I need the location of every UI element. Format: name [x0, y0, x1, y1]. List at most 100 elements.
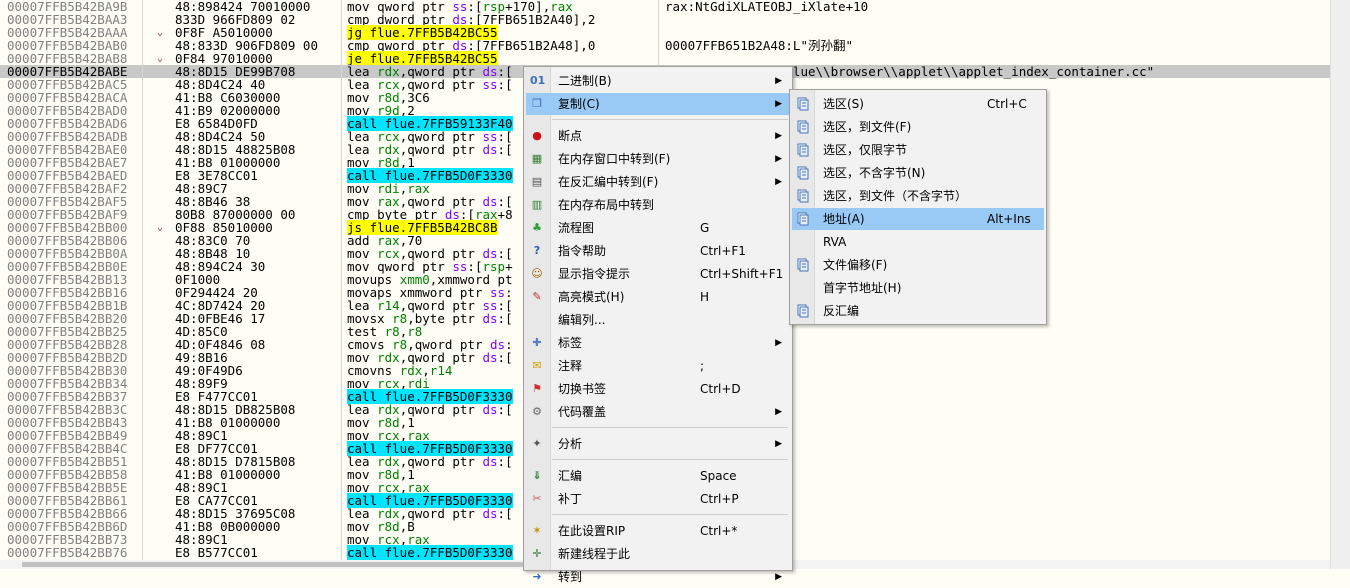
menu-item-22[interactable]: ✶ 在此设置RIP Ctrl+* [526, 520, 790, 542]
menu-item-shortcut: Ctrl+Shift+F1 [700, 267, 784, 281]
submenu-arrow-icon: ▶ [775, 177, 782, 187]
menu-item-4[interactable]: 选区，到文件（不含字节） [792, 185, 1044, 207]
menu-item-label: 首字节地址(H) [823, 281, 902, 295]
memory-window-icon: ▦ [531, 152, 543, 165]
menu-item-2[interactable]: 选区，仅限字节 [792, 139, 1044, 161]
menu-item-shortcut: Ctrl+D [700, 382, 741, 396]
patch-icon: ✂ [532, 492, 542, 505]
menu-item-label: 转到 [558, 570, 583, 584]
menu-item-17[interactable]: ✦ 分析 ▶ [526, 433, 790, 455]
menu-item-7[interactable]: 文件偏移(F) [792, 254, 1044, 276]
menu-item-label: 汇编 [558, 469, 583, 483]
copy-to-file-icon [796, 120, 810, 134]
jump-arrow-icon: ⌄ [157, 53, 164, 64]
menu-item-label: 选区，不含字节(N) [823, 166, 926, 180]
row-address: 00007FFB5B42BB76 [7, 545, 128, 560]
menu-item-1[interactable]: ❐ 复制(C) ▶ [526, 93, 790, 115]
menu-item-15[interactable]: ⚙ 代码覆盖 ▶ [526, 401, 790, 423]
menu-item-label: 分析 [558, 437, 583, 451]
comment-icon: ✉ [532, 359, 542, 372]
label-icon: ✚ [532, 336, 542, 349]
column-separator [142, 0, 143, 569]
context-menu: 01 二进制(B) ▶ ❐ 复制(C) ▶ ● 断点 ▶ ▦ 在内存窗口中转到(F) ▶ ▤ 在反汇编中转… [523, 66, 793, 584]
submenu-arrow-icon: ▶ [775, 99, 782, 109]
graph-icon: ♣ [532, 221, 542, 234]
submenu-arrow-icon: ▶ [775, 76, 782, 86]
menu-item-label: 文件偏移(F) [823, 258, 888, 272]
menu-item-5[interactable]: 地址(A) Alt+Ins [792, 208, 1044, 230]
menu-item-23[interactable]: ✛ 新建线程于此 [526, 543, 790, 565]
highlight-icon: ✎ [532, 290, 542, 303]
set-rip-icon: ✶ [532, 524, 542, 537]
menu-separator [552, 514, 788, 515]
menu-item-label: 高亮模式(H) [558, 290, 625, 304]
menu-item-label: 在此设置RIP [558, 524, 626, 538]
menu-item-0[interactable]: 选区(S) Ctrl+C [792, 93, 1044, 115]
menu-item-24[interactable]: ➜ 转到 ▶ [526, 566, 790, 588]
menu-item-label: 注释 [558, 359, 583, 373]
menu-item-label: RVA [823, 235, 847, 249]
menu-item-10[interactable]: ✎ 高亮模式(H) H [526, 286, 790, 308]
assemble-icon: ⇓ [532, 469, 542, 482]
analyze-icon: ✦ [532, 437, 542, 450]
menu-item-1[interactable]: 选区，到文件(F) [792, 116, 1044, 138]
menu-item-20[interactable]: ✂ 补丁 Ctrl+P [526, 488, 790, 510]
menu-item-shortcut: ; [700, 359, 705, 373]
menu-item-shortcut: G [700, 221, 710, 235]
menu-item-shortcut: Ctrl+P [700, 492, 739, 506]
menu-item-label: 选区，到文件(F) [823, 120, 912, 134]
disassembly-icon: ▤ [531, 175, 543, 188]
menu-item-label: 补丁 [558, 492, 583, 506]
menu-item-9[interactable]: 反汇编 [792, 300, 1044, 322]
menu-item-shortcut: H [700, 290, 710, 304]
menu-item-6[interactable]: ▥ 在内存布局中转到 [526, 194, 790, 216]
menu-item-label: 切换书签 [558, 382, 607, 396]
menu-separator [552, 459, 788, 460]
menu-item-11[interactable]: 编辑列... [526, 309, 790, 331]
row-bytes: E8 B577CC01 [175, 545, 258, 560]
menu-item-8[interactable]: ? 指令帮助 Ctrl+F1 [526, 240, 790, 262]
help-icon: ? [533, 244, 541, 257]
copy-bytes-only-icon [796, 143, 810, 157]
copy-icon: ❐ [532, 97, 542, 110]
row-comment: 00007FFB651B2A48:L"洌孙翻" [665, 38, 854, 53]
menu-item-12[interactable]: ✚ 标签 ▶ [526, 332, 790, 354]
scrollbar-thumb[interactable] [22, 562, 602, 567]
menu-item-label: 在内存布局中转到 [558, 198, 655, 212]
menu-item-14[interactable]: ⚑ 切换书签 Ctrl+D [526, 378, 790, 400]
menu-item-shortcut: Space [700, 469, 737, 483]
menu-item-8[interactable]: 首字节地址(H) [792, 277, 1044, 299]
copy-to-file-no-bytes-icon [796, 189, 810, 203]
menu-item-4[interactable]: ▦ 在内存窗口中转到(F) ▶ [526, 148, 790, 170]
memory-map-icon: ▥ [531, 198, 543, 211]
copy-no-bytes-icon [796, 166, 810, 180]
hint-icon: ☺ [531, 267, 543, 280]
copy-selection-icon [796, 97, 810, 111]
row-instruction: call flue.7FFB5D0F3330 [347, 545, 513, 560]
menu-item-13[interactable]: ✉ 注释; [526, 355, 790, 377]
menu-item-9[interactable]: ☺ 显示指令提示 Ctrl+Shift+F1 [526, 263, 790, 285]
column-separator [341, 0, 342, 569]
copy-submenu: 选区(S) Ctrl+C 选区，到文件(F) 选区，仅限字节选区，不含字节(N) 选区，… [789, 89, 1047, 325]
binary-icon: 01 [530, 74, 546, 87]
bookmark-icon: ⚑ [532, 382, 542, 395]
submenu-arrow-icon: ▶ [775, 338, 782, 348]
menu-item-shortcut: Ctrl+* [700, 524, 738, 538]
menu-item-19[interactable]: ⇓ 汇编 Space [526, 465, 790, 487]
menu-item-shortcut: Alt+Ins [987, 212, 1031, 226]
new-thread-icon: ✛ [532, 547, 542, 560]
vertical-scrollbar[interactable] [1330, 0, 1350, 569]
menu-item-label: 断点 [558, 129, 583, 143]
menu-item-7[interactable]: ♣ 流程图 G [526, 217, 790, 239]
menu-item-5[interactable]: ▤ 在反汇编中转到(F) ▶ [526, 171, 790, 193]
menu-item-label: 反汇编 [823, 304, 860, 318]
menu-item-0[interactable]: 01 二进制(B) ▶ [526, 70, 790, 92]
copy-address-icon [796, 212, 810, 226]
menu-item-3[interactable]: ● 断点 ▶ [526, 125, 790, 147]
submenu-arrow-icon: ▶ [775, 572, 782, 582]
goto-icon: ➜ [532, 570, 542, 583]
menu-item-3[interactable]: 选区，不含字节(N) [792, 162, 1044, 184]
menu-item-label: 显示指令提示 [558, 267, 631, 281]
menu-item-label: 新建线程于此 [558, 547, 631, 561]
menu-item-6[interactable]: RVA [792, 231, 1044, 253]
